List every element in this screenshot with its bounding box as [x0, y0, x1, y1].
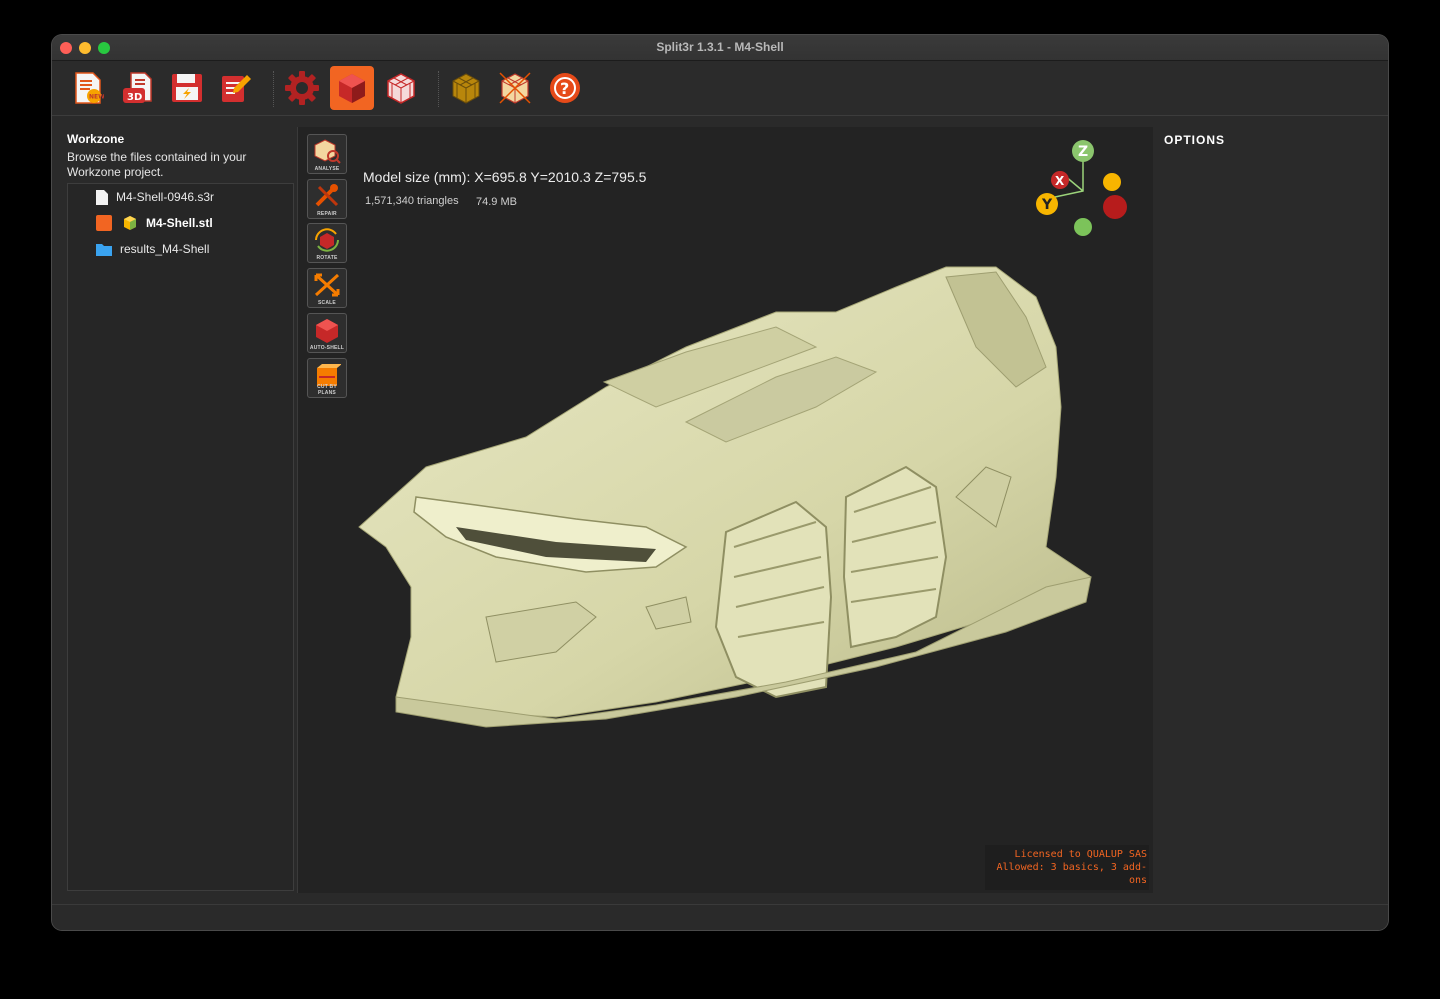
- tree-item-label: M4-Shell-0946.s3r: [116, 190, 215, 204]
- view-solid-icon: [339, 74, 365, 103]
- toolbar-separator: [273, 71, 274, 107]
- tool-label: ANALYSE: [314, 166, 340, 172]
- scale-tool-button[interactable]: SCALE: [307, 268, 347, 308]
- main-toolbar: NEW 3D ?: [52, 61, 1388, 116]
- triangle-count: 1,571,340 triangles: [365, 195, 459, 207]
- tool-label: REPAIR: [317, 211, 337, 217]
- svg-text:NEW: NEW: [89, 94, 104, 101]
- svg-text:3D: 3D: [127, 92, 142, 103]
- import-3d-button[interactable]: 3D: [116, 66, 160, 110]
- view-wireframe-icon: [387, 73, 415, 104]
- y-axis-label: Y: [1041, 197, 1053, 213]
- negative-x-dot[interactable]: [1103, 195, 1127, 219]
- model-file-size: 74.9 MB: [476, 196, 517, 208]
- model-size-readout: Model size (mm): X=695.8 Y=2010.3 Z=795.…: [363, 169, 647, 185]
- workzone-title: Workzone: [67, 132, 125, 146]
- wireframe-view-button[interactable]: [379, 66, 423, 110]
- status-bar: [52, 904, 1388, 930]
- new-project-button[interactable]: NEW: [66, 66, 110, 110]
- auto-shell-icon: [316, 319, 338, 343]
- analyse-tool-button[interactable]: ANALYSE: [307, 134, 347, 174]
- analyse-icon: [314, 139, 341, 164]
- tool-label: ROTATE: [316, 255, 338, 261]
- settings-gear-icon: [285, 71, 319, 105]
- help-button[interactable]: ?: [543, 66, 587, 110]
- file-icon: [96, 189, 108, 205]
- x-axis-label: X: [1055, 174, 1065, 188]
- car-front-shell-model[interactable]: [356, 257, 1096, 787]
- tool-label: AUTO-SHELL: [309, 345, 345, 351]
- toolbar-separator: [438, 71, 439, 107]
- solid-view-button[interactable]: [330, 66, 374, 110]
- axis-gizmo[interactable]: Z X Y: [1035, 131, 1135, 241]
- tree-item-label: M4-Shell.stl: [146, 216, 213, 230]
- split-icon: [499, 72, 531, 104]
- tree-item-label: results_M4-Shell: [120, 242, 210, 256]
- parts-view-button[interactable]: [444, 66, 488, 110]
- options-panel: OPTIONS: [1153, 127, 1377, 893]
- rotate-tool-button[interactable]: ROTATE: [307, 223, 347, 263]
- parts-icon: [452, 73, 480, 104]
- app-window: Split3r 1.3.1 - M4-Shell NEW 3D ? Workzo…: [52, 35, 1388, 930]
- model-cube-icon: [124, 216, 136, 230]
- workzone-panel: Workzone Browse the files contained in y…: [52, 127, 296, 893]
- save-icon: [172, 74, 202, 102]
- license-info: Licensed to QUALUP SAS Allowed: 3 basics…: [985, 845, 1149, 890]
- license-holder: Licensed to QUALUP SAS: [1014, 849, 1147, 860]
- save-button[interactable]: [165, 66, 209, 110]
- negative-y-dot[interactable]: [1103, 173, 1121, 191]
- edit-icon: [222, 75, 251, 102]
- settings-button[interactable]: [280, 66, 324, 110]
- scale-icon: [314, 273, 340, 297]
- tree-item-stl[interactable]: M4-Shell.stl: [96, 212, 213, 234]
- split-button[interactable]: [493, 66, 537, 110]
- folder-icon: [96, 243, 112, 256]
- workzone-description: Browse the files contained in your Workz…: [67, 150, 247, 179]
- help-icon: ?: [550, 73, 580, 103]
- svg-text:?: ?: [560, 79, 569, 98]
- z-axis-label: Z: [1078, 144, 1088, 160]
- title-bar: Split3r 1.3.1 - M4-Shell: [52, 35, 1388, 61]
- tree-item-s3r[interactable]: M4-Shell-0946.s3r: [96, 186, 214, 208]
- cut-by-plans-tool-button[interactable]: CUT BY PLANS: [307, 358, 347, 398]
- tool-label: CUT BY PLANS: [317, 384, 337, 396]
- repair-tool-button[interactable]: REPAIR: [307, 179, 347, 219]
- tree-item-results-folder[interactable]: results_M4-Shell: [96, 238, 209, 260]
- rotate-icon: [315, 228, 339, 252]
- auto-shell-tool-button[interactable]: AUTO-SHELL: [307, 313, 347, 353]
- tool-label: SCALE: [318, 300, 336, 306]
- repair-icon: [315, 184, 339, 207]
- new-project-icon: NEW: [75, 72, 104, 104]
- window-title: Split3r 1.3.1 - M4-Shell: [656, 40, 784, 54]
- open-3d-icon: 3D: [123, 72, 152, 103]
- file-tree: M4-Shell-0946.s3r M4-Shell.stl results_M…: [67, 183, 294, 891]
- negative-z-dot[interactable]: [1074, 218, 1092, 236]
- selection-marker: [96, 215, 112, 231]
- options-title: OPTIONS: [1164, 133, 1226, 147]
- 3d-viewport[interactable]: ANALYSE REPAIR ROTATE SCALE AUTO-SHELL C…: [297, 127, 1154, 893]
- license-allowance: Allowed: 3 basics, 3 add-ons: [996, 862, 1147, 886]
- edit-button[interactable]: [214, 66, 258, 110]
